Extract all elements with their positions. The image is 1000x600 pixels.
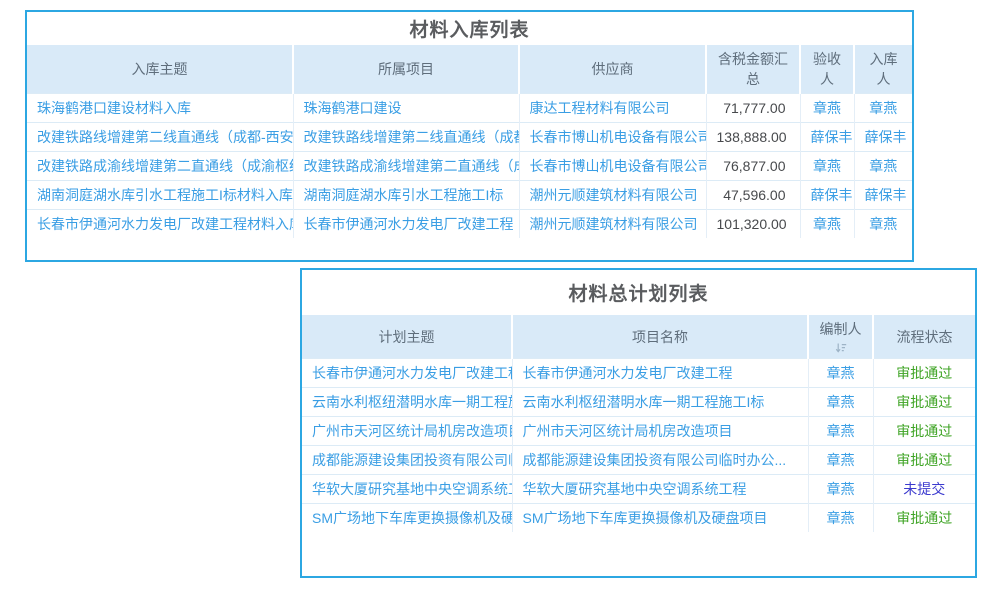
table-row: 成都能源建设集团投资有限公司临时办公场所... 成都能源建设集团投资有限公司临时… [302,446,975,475]
col-header-author[interactable]: 编制人 [808,315,873,359]
plan-subject-link[interactable]: 广州市天河区统计局机房改造项目材料总计划 [302,417,512,446]
inbound-header-row: 入库主题 所属项目 供应商 含税金额汇总 验收人 入库人 [27,45,912,94]
table-row: 长春市伊通河水力发电厂改建工程材料总计划 长春市伊通河水力发电厂改建工程 章燕 … [302,359,975,388]
author-link[interactable]: 章燕 [808,359,873,388]
inbound-subject-link[interactable]: 珠海鹤港口建设材料入库 [27,94,293,123]
page: 材料入库列表 入库主题 所属项目 供应商 含税金额汇总 验收人 入库人 珠海鹤港… [0,0,1000,600]
status-cell: 未提交 [873,475,975,504]
inbound-subject-link[interactable]: 湖南洞庭湖水库引水工程施工I标材料入库 [27,181,293,210]
author-link[interactable]: 章燕 [808,388,873,417]
inbound-list-title: 材料入库列表 [27,12,912,45]
project-name-link[interactable]: 华软大厦研究基地中央空调系统工程 [512,475,808,504]
inbound-subject-link[interactable]: 改建铁路线增建第二线直通线（成都-西安）电... [27,123,293,152]
status-text: 审批通过 [896,510,952,526]
project-link[interactable]: 长春市伊通河水力发电厂改建工程 [293,210,519,239]
project-name-link[interactable]: 长春市伊通河水力发电厂改建工程 [512,359,808,388]
stocker-link[interactable]: 薛保丰 [854,181,912,210]
plan-list-title: 材料总计划列表 [302,270,975,315]
project-link[interactable]: 改建铁路成渝线增建第二直通线（成... [293,152,519,181]
table-row: 广州市天河区统计局机房改造项目材料总计划 广州市天河区统计局机房改造项目 章燕 … [302,417,975,446]
status-cell: 审批通过 [873,388,975,417]
author-link[interactable]: 章燕 [808,446,873,475]
table-row: 华软大厦研究基地中央空调系统工程材料总计划 华软大厦研究基地中央空调系统工程 章… [302,475,975,504]
project-name-link[interactable]: 广州市天河区统计局机房改造项目 [512,417,808,446]
status-cell: 审批通过 [873,417,975,446]
table-row: 长春市伊通河水力发电厂改建工程材料入库 长春市伊通河水力发电厂改建工程 潮州元顺… [27,210,912,239]
status-text: 未提交 [903,481,945,497]
table-row: SM广场地下车库更换摄像机及硬盘项目主要... SM广场地下车库更换摄像机及硬盘… [302,504,975,533]
acceptor-link[interactable]: 薛保丰 [800,123,854,152]
col-header-inbound-subject: 入库主题 [27,45,293,94]
acceptor-link[interactable]: 章燕 [800,152,854,181]
acceptor-link[interactable]: 薛保丰 [800,181,854,210]
plan-subject-link[interactable]: 长春市伊通河水力发电厂改建工程材料总计划 [302,359,512,388]
col-header-plan-subject: 计划主题 [302,315,512,359]
author-link[interactable]: 章燕 [808,504,873,533]
project-name-link[interactable]: SM广场地下车库更换摄像机及硬盘项目 [512,504,808,533]
amount-value: 47,596.00 [706,181,800,210]
inbound-table: 入库主题 所属项目 供应商 含税金额汇总 验收人 入库人 珠海鹤港口建设材料入库… [27,45,912,238]
col-header-flow-status: 流程状态 [873,315,975,359]
plan-table: 计划主题 项目名称 编制人 流程状态 长春市伊通河水力发电厂改建工 [302,315,975,532]
acceptor-link[interactable]: 章燕 [800,210,854,239]
col-header-project-name: 项目名称 [512,315,808,359]
status-text: 审批通过 [896,423,952,439]
plan-list-panel: 材料总计划列表 计划主题 项目名称 编制人 [300,268,977,578]
supplier-link[interactable]: 潮州元顺建筑材料有限公司 [519,181,706,210]
plan-subject-link[interactable]: 成都能源建设集团投资有限公司临时办公场所... [302,446,512,475]
supplier-link[interactable]: 康达工程材料有限公司 [519,94,706,123]
col-header-author-label: 编制人 [820,321,862,337]
author-link[interactable]: 章燕 [808,475,873,504]
status-text: 审批通过 [896,452,952,468]
sort-amount-icon[interactable] [835,342,847,354]
inbound-subject-link[interactable]: 改建铁路成渝线增建第二直通线（成渝枢纽）... [27,152,293,181]
status-cell: 审批通过 [873,504,975,533]
project-name-link[interactable]: 成都能源建设集团投资有限公司临时办公... [512,446,808,475]
inbound-subject-link[interactable]: 长春市伊通河水力发电厂改建工程材料入库 [27,210,293,239]
acceptor-link[interactable]: 章燕 [800,94,854,123]
plan-header-row: 计划主题 项目名称 编制人 流程状态 [302,315,975,359]
plan-subject-link[interactable]: 云南水利枢纽潜明水库一期工程施工I标材料... [302,388,512,417]
status-cell: 审批通过 [873,359,975,388]
project-name-link[interactable]: 云南水利枢纽潜明水库一期工程施工I标 [512,388,808,417]
supplier-link[interactable]: 长春市博山机电设备有限公司 [519,152,706,181]
amount-value: 76,877.00 [706,152,800,181]
author-link[interactable]: 章燕 [808,417,873,446]
plan-subject-link[interactable]: 华软大厦研究基地中央空调系统工程材料总计划 [302,475,512,504]
amount-value: 101,320.00 [706,210,800,239]
amount-value: 71,777.00 [706,94,800,123]
stocker-link[interactable]: 薛保丰 [854,123,912,152]
stocker-link[interactable]: 章燕 [854,94,912,123]
plan-subject-link[interactable]: SM广场地下车库更换摄像机及硬盘项目主要... [302,504,512,533]
table-row: 云南水利枢纽潜明水库一期工程施工I标材料... 云南水利枢纽潜明水库一期工程施工… [302,388,975,417]
status-cell: 审批通过 [873,446,975,475]
col-header-supplier: 供应商 [519,45,706,94]
col-header-acceptor: 验收人 [800,45,854,94]
project-link[interactable]: 珠海鹤港口建设 [293,94,519,123]
status-text: 审批通过 [896,394,952,410]
supplier-link[interactable]: 长春市博山机电设备有限公司 [519,123,706,152]
status-text: 审批通过 [896,365,952,381]
stocker-link[interactable]: 章燕 [854,210,912,239]
col-header-stocker: 入库人 [854,45,912,94]
table-row: 改建铁路成渝线增建第二直通线（成渝枢纽）... 改建铁路成渝线增建第二直通线（成… [27,152,912,181]
table-row: 珠海鹤港口建设材料入库 珠海鹤港口建设 康达工程材料有限公司 71,777.00… [27,94,912,123]
stocker-link[interactable]: 章燕 [854,152,912,181]
project-link[interactable]: 湖南洞庭湖水库引水工程施工I标 [293,181,519,210]
supplier-link[interactable]: 潮州元顺建筑材料有限公司 [519,210,706,239]
table-row: 改建铁路线增建第二线直通线（成都-西安）电... 改建铁路线增建第二线直通线（成… [27,123,912,152]
project-link[interactable]: 改建铁路线增建第二线直通线（成都-... [293,123,519,152]
table-row: 湖南洞庭湖水库引水工程施工I标材料入库 湖南洞庭湖水库引水工程施工I标 潮州元顺… [27,181,912,210]
col-header-amount: 含税金额汇总 [706,45,800,94]
col-header-project: 所属项目 [293,45,519,94]
inbound-list-panel: 材料入库列表 入库主题 所属项目 供应商 含税金额汇总 验收人 入库人 珠海鹤港… [25,10,914,262]
amount-value: 138,888.00 [706,123,800,152]
